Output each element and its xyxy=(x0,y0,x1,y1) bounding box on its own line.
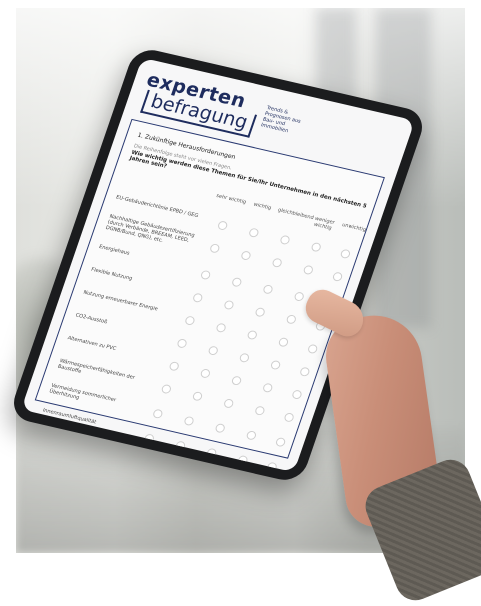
radio-option[interactable] xyxy=(216,220,229,231)
radio-option[interactable] xyxy=(230,375,243,386)
radio-option[interactable] xyxy=(184,315,196,326)
radio-option[interactable] xyxy=(283,412,295,423)
radio-option[interactable] xyxy=(215,322,227,334)
radio-option[interactable] xyxy=(237,454,249,466)
radio-option[interactable] xyxy=(285,314,298,325)
radio-option[interactable] xyxy=(183,415,195,427)
radio-option[interactable] xyxy=(208,243,221,254)
radio-option[interactable] xyxy=(214,422,227,434)
radio-option[interactable] xyxy=(230,276,243,288)
radio-option[interactable] xyxy=(222,398,235,409)
radio-option[interactable] xyxy=(274,436,287,448)
radio-option[interactable] xyxy=(191,390,204,402)
radio-option[interactable] xyxy=(199,368,212,379)
radio-option[interactable] xyxy=(174,440,187,451)
radio-option[interactable] xyxy=(245,430,258,441)
radio-option[interactable] xyxy=(223,299,235,311)
radio-option[interactable] xyxy=(160,383,173,395)
radio-option[interactable] xyxy=(254,306,266,318)
radio-option[interactable] xyxy=(262,284,274,295)
radio-option[interactable] xyxy=(207,345,220,356)
radio-option[interactable] xyxy=(331,271,344,282)
column-header: gleichbleibend xyxy=(276,207,315,222)
radio-option[interactable] xyxy=(261,382,274,394)
radio-option[interactable] xyxy=(240,250,252,261)
radio-option[interactable] xyxy=(205,447,218,459)
radio-option[interactable] xyxy=(271,257,284,269)
radio-option[interactable] xyxy=(266,461,278,473)
radio-option[interactable] xyxy=(191,292,204,304)
radio-option[interactable] xyxy=(277,336,290,348)
column-header: wichtig xyxy=(252,201,273,212)
column-header: sehr wichtig xyxy=(215,193,247,206)
radio-option[interactable] xyxy=(151,408,164,420)
column-header: unwichtig xyxy=(341,222,367,234)
radio-option[interactable] xyxy=(279,234,291,246)
radio-option[interactable] xyxy=(254,405,266,416)
logo-tagline: Trends & Prognosen aus Bau- und Immobili… xyxy=(259,105,302,135)
radio-option[interactable] xyxy=(310,241,323,253)
radio-option[interactable] xyxy=(247,227,260,239)
radio-option[interactable] xyxy=(293,291,306,302)
radio-option[interactable] xyxy=(199,269,212,281)
radio-option[interactable] xyxy=(306,343,319,355)
radio-option[interactable] xyxy=(298,366,311,378)
radio-option[interactable] xyxy=(238,352,251,364)
radio-option[interactable] xyxy=(339,248,352,260)
radio-option[interactable] xyxy=(176,338,188,349)
radio-option[interactable] xyxy=(269,359,282,371)
radio-option[interactable] xyxy=(291,389,303,400)
radio-option[interactable] xyxy=(302,264,315,276)
column-header: weniger wichtig xyxy=(313,215,336,232)
radio-option[interactable] xyxy=(168,360,181,372)
radio-option[interactable] xyxy=(246,329,259,341)
radio-option[interactable] xyxy=(143,433,156,444)
